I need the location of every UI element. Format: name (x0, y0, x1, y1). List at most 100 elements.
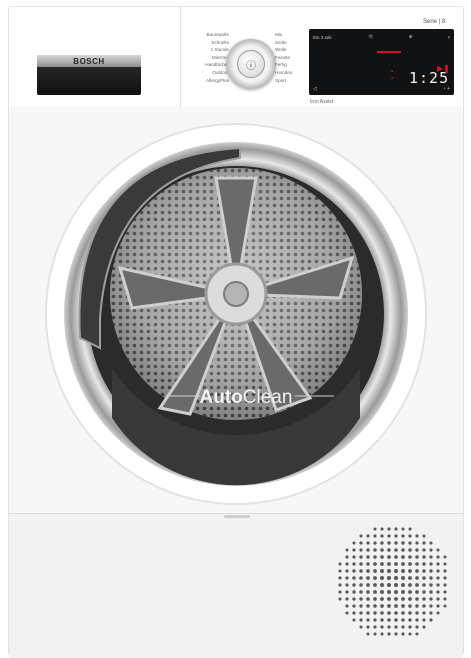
vent-hole (394, 590, 398, 594)
vent-hole (352, 604, 356, 608)
vent-hole (436, 548, 440, 552)
vent-hole (401, 534, 405, 538)
vent-hole (387, 548, 391, 552)
vent-hole (422, 562, 426, 566)
vent-hole (401, 625, 405, 629)
vent-hole (429, 597, 433, 601)
power-hold-hint[interactable]: Ein 3 sek. (313, 35, 333, 40)
vent-hole (359, 583, 363, 587)
vent-hole (338, 597, 342, 601)
vent-hole (345, 562, 349, 566)
vent-hole (366, 590, 370, 594)
vent-hole (401, 583, 405, 587)
vent-hole (387, 541, 391, 545)
vent-hole (408, 583, 412, 587)
vent-hole (422, 625, 426, 629)
program-label[interactable]: Handtücher (189, 61, 229, 69)
vent-hole (408, 618, 412, 622)
vent-hole (373, 569, 377, 573)
vent-hole (359, 562, 363, 566)
vent-hole (359, 604, 363, 608)
power-icon[interactable]: ⓘ (237, 50, 265, 78)
vent-hole (422, 583, 426, 587)
vent-hole (345, 590, 349, 594)
program-label[interactable]: AllergyPlus (189, 77, 229, 85)
brand-logo: BOSCH (73, 56, 105, 66)
vent-hole (429, 548, 433, 552)
air-vent-grille (338, 527, 447, 636)
vent-hole (415, 604, 419, 608)
vent-hole (401, 611, 405, 615)
vent-hole (387, 555, 391, 559)
drawer-trim: BOSCH (37, 55, 141, 67)
vent-hole (422, 555, 426, 559)
vent-hole (387, 618, 391, 622)
vent-hole (373, 604, 377, 608)
vent-hole (352, 548, 356, 552)
vent-hole (345, 548, 349, 552)
vent-hole (443, 597, 447, 601)
vent-hole (429, 618, 433, 622)
autoclean-label-bold: Auto (200, 387, 243, 408)
vent-hole (422, 604, 426, 608)
door[interactable]: AutoClean (40, 118, 432, 510)
drawer-handle[interactable]: BOSCH (37, 55, 141, 95)
timer-plus-icon[interactable]: ◔ + (443, 86, 450, 92)
vent-hole (443, 569, 447, 573)
vent-hole (408, 597, 412, 601)
iron-assist-label[interactable]: Iron Assist (310, 99, 333, 105)
display-icon[interactable]: ᵍ (448, 35, 450, 40)
vent-hole (373, 527, 377, 531)
vent-hole (380, 618, 384, 622)
vent-hole (422, 548, 426, 552)
vent-hole (373, 562, 377, 566)
vent-hole (429, 604, 433, 608)
vent-hole (366, 618, 370, 622)
vent-hole (386, 582, 392, 588)
vent-hole (352, 541, 356, 545)
vent-hole (338, 562, 342, 566)
program-label[interactable]: 1 Stunde (189, 46, 229, 54)
vent-hole (394, 562, 398, 566)
back-icon[interactable]: ◁ (313, 86, 317, 92)
start-pause-icon[interactable]: ▶❚ (437, 64, 450, 73)
water-tank-drawer[interactable]: BOSCH (9, 7, 181, 107)
vent-hole (380, 555, 384, 559)
vent-hole (380, 541, 384, 545)
vent-hole (373, 541, 377, 545)
vent-hole (380, 562, 384, 566)
program-label[interactable]: Mischen (189, 54, 229, 62)
vent-hole (380, 597, 384, 601)
dryness-level-icon: ▪ ▪ (391, 69, 394, 82)
vent-hole (422, 576, 426, 580)
vent-hole (366, 632, 370, 636)
autoclean-label-regular: Clean (243, 387, 293, 408)
vent-hole (429, 555, 433, 559)
vent-hole (415, 618, 419, 622)
vent-hole (394, 618, 398, 622)
door-release-marker[interactable] (224, 515, 250, 518)
vent-hole (359, 611, 363, 615)
program-selector-dial[interactable]: ⓘ (226, 39, 276, 89)
vent-hole (387, 611, 391, 615)
vent-hole (373, 576, 377, 580)
control-display[interactable]: Ein 3 sek. Ⓞ ⊕ ᵍ ▪ ▪ 1:25 ▶❚ ◁ ◔ + (309, 29, 454, 95)
program-label[interactable]: Baumwolle (189, 31, 229, 39)
vent-hole (352, 555, 356, 559)
program-label[interactable]: Outdoor (189, 69, 229, 77)
vent-hole (401, 527, 405, 531)
vent-hole (394, 632, 398, 636)
vent-hole (394, 597, 398, 601)
program-label[interactable]: Schnelle (189, 39, 229, 47)
vent-hole (422, 541, 426, 545)
vent-hole (352, 576, 356, 580)
vent-hole (366, 597, 370, 601)
vent-hole (366, 583, 370, 587)
vent-hole (359, 625, 363, 629)
vent-hole (429, 583, 433, 587)
vent-hole (408, 562, 412, 566)
display-icon[interactable]: ⊕ (409, 34, 413, 40)
vent-hole (387, 590, 391, 594)
display-icon[interactable]: Ⓞ (369, 34, 374, 40)
vent-hole (408, 590, 412, 594)
